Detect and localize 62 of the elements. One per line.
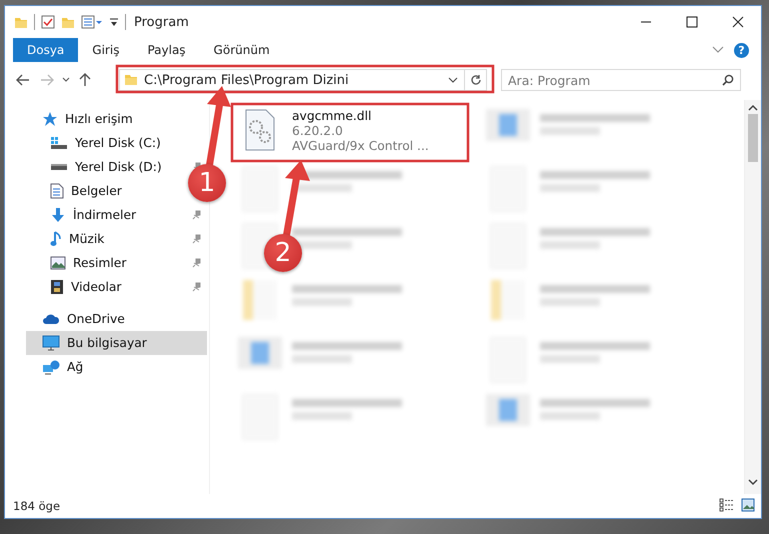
hard-drive-icon [50, 164, 68, 170]
nav-pane-item[interactable]: Resimler [5, 251, 130, 275]
search-field[interactable]: Ara: Program [501, 69, 741, 91]
file-version: 6.20.2.0 [292, 124, 344, 139]
up-arrow-icon [79, 73, 91, 87]
nav-pane-item[interactable]: Videolar [5, 275, 126, 299]
nav-pane-item[interactable]: Müzik [5, 227, 108, 251]
address-path: C:\Program Files\Program Dizini [144, 72, 350, 88]
dropdown-caret-icon [448, 77, 458, 83]
file-name: avgcmme.dll [292, 109, 372, 124]
large-icons-view-icon [741, 498, 755, 512]
monitor-icon [42, 335, 60, 351]
address-bar[interactable]: C:\Program Files\Program Dizini [119, 69, 465, 91]
maximize-icon [686, 16, 698, 28]
file-menu-button[interactable]: Dosya [13, 38, 78, 62]
folder-icon [124, 72, 138, 88]
star-icon [42, 111, 58, 127]
caret-icon [62, 77, 70, 83]
nav-pane-item[interactable]: Yerel Disk (C:) [5, 131, 165, 155]
down-arrow-icon [50, 207, 66, 223]
ribbon-tab[interactable]: Giriş [78, 38, 134, 62]
hard-drive-icon [50, 136, 68, 150]
back-arrow-icon [16, 74, 30, 86]
scrollbar[interactable] [744, 100, 761, 494]
properties-icon [81, 15, 103, 29]
refresh-icon [470, 74, 482, 86]
help-button[interactable]: ? [734, 42, 749, 58]
ribbon-tab[interactable]: Görünüm [200, 38, 284, 62]
details-view-icon [719, 498, 735, 512]
large-icons-view-button[interactable] [741, 498, 755, 514]
document-icon [50, 183, 64, 199]
forward-arrow-icon [40, 74, 54, 86]
file-description: AVGuard/9x Control ... [292, 139, 429, 154]
picture-icon [50, 256, 66, 270]
item-count: 184 öge [13, 499, 60, 513]
nav-pane-item[interactable]: Hızlı erişim [5, 107, 137, 131]
nav-pane-item[interactable]: Ağ [5, 355, 88, 379]
film-icon [50, 279, 64, 295]
dll-file-icon [245, 109, 275, 151]
music-note-icon [50, 231, 62, 247]
network-icon [42, 359, 60, 375]
file-item[interactable]: avgcmme.dll 6.20.2.0 AVGuard/9x Control ... [234, 107, 482, 159]
scrollbar-thumb[interactable] [748, 114, 758, 162]
folder-icon [14, 16, 28, 28]
details-view-button[interactable] [719, 498, 735, 514]
nav-pane-item[interactable]: İndirmeler [5, 203, 140, 227]
nav-pane-item[interactable]: OneDrive [5, 307, 129, 331]
scroll-up-icon [748, 104, 758, 112]
search-icon [722, 74, 734, 86]
close-icon [732, 16, 744, 28]
cloud-icon [42, 313, 60, 325]
dropdown-caret-icon [109, 16, 119, 28]
nav-pane-item[interactable]: Bu bilgisayar [26, 331, 207, 355]
expand-ribbon-icon [712, 46, 724, 54]
ribbon-tab[interactable]: Paylaş [133, 38, 200, 62]
window-title: Program [134, 14, 189, 30]
folder-icon [61, 16, 75, 28]
refresh-button[interactable] [465, 69, 487, 91]
scroll-down-icon [748, 478, 758, 486]
checklist-icon [41, 15, 55, 29]
nav-pane-item[interactable]: Yerel Disk (D:) [5, 155, 166, 179]
nav-pane-item[interactable]: Belgeler [5, 179, 126, 203]
